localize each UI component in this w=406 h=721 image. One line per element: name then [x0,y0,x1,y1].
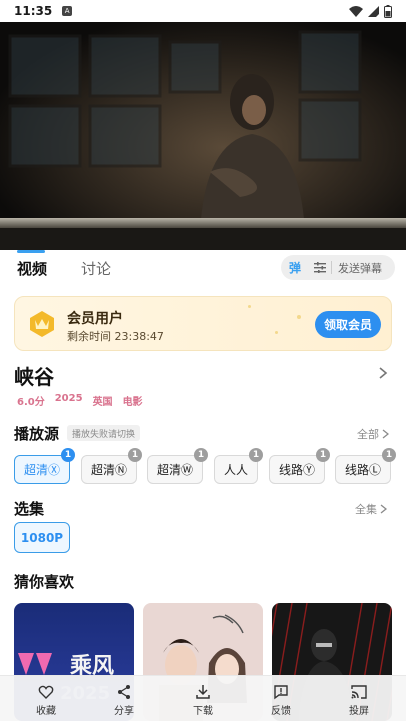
signal-icon [368,5,379,17]
source-chip-badge: 1 [316,448,330,462]
source-chip-badge: 1 [194,448,208,462]
sources-more-link[interactable]: 全部 [357,426,389,442]
share-button[interactable]: 分享 [94,684,154,717]
claim-vip-button[interactable]: 领取会员 [315,311,381,338]
download-button[interactable]: 下载 [173,684,233,717]
episodes-more-label: 全集 [355,503,377,516]
send-danmu-button[interactable]: 发送弹幕 [332,260,382,276]
vip-title: 会员用户 [67,311,123,327]
source-chip[interactable]: 线路Ⓨ 1 [269,448,330,484]
source-chip-label: 超清Ⓝ [90,463,127,477]
sources-more-label: 全部 [357,428,379,441]
danmu-toggle[interactable]: 弹 [281,255,309,280]
wifi-icon [349,5,363,17]
source-chip[interactable]: 超清Ⓝ 1 [81,448,142,484]
danmu-settings-button[interactable] [309,255,331,280]
movie-type: 电影 [122,397,143,408]
danmu-settings-icon [314,262,326,273]
tab-video[interactable]: 视频 [17,258,47,279]
bottom-action-bar: 收藏 分享 下载 反馈 投屏 [0,675,406,721]
cast-icon [351,685,367,699]
crown-icon [30,311,54,337]
share-icon [118,685,130,699]
chevron-right-icon [382,429,389,439]
decor-dot [248,305,251,308]
download-icon [196,685,210,699]
sources-hint: 播放失败请切换 [67,425,141,441]
episodes-title: 选集 [14,500,45,518]
chevron-right-icon[interactable] [376,366,390,380]
episode-chip[interactable]: 1080P [14,522,70,553]
battery-icon [384,4,392,18]
movie-meta: 6.0分 2025 英国 电影 [17,393,143,408]
video-player[interactable] [0,22,406,250]
source-chip-badge: 1 [249,448,263,462]
status-time: 11:35 [14,4,53,18]
tab-indicator [17,250,45,253]
source-chip[interactable]: 人人 1 [214,448,263,484]
source-chip-badge: 1 [128,448,142,462]
danmu-controls: 弹 发送弹幕 [281,255,395,280]
vip-remaining-time: 剩余时间 23:38:47 [67,330,164,343]
source-chip[interactable]: 超清Ⓧ 1 [14,448,75,484]
source-chip-label: 线路Ⓛ [344,463,381,477]
favorite-label: 收藏 [36,706,56,717]
decor-dot [297,315,301,319]
decor-dot [275,331,278,334]
recommend-title: 猜你喜欢 [14,573,75,591]
movie-title: 峡谷 [14,365,54,389]
source-chip-badge: 1 [61,448,75,462]
feedback-icon [274,685,288,700]
source-chip-badge: 1 [382,448,396,462]
tab-discussion[interactable]: 讨论 [81,258,111,279]
cast-button[interactable]: 投屏 [329,684,389,717]
movie-country: 英国 [92,397,113,408]
share-label: 分享 [114,706,134,717]
feedback-button[interactable]: 反馈 [251,684,311,717]
source-chip[interactable]: 超清Ⓦ 1 [147,448,208,484]
source-chip-label: 线路Ⓨ [278,463,315,477]
episodes-more-link[interactable]: 全集 [355,501,387,517]
status-indicators [349,4,392,18]
movie-year: 2025 [54,393,83,404]
feedback-label: 反馈 [271,706,291,717]
download-label: 下载 [193,706,213,717]
heart-icon [38,685,54,699]
vip-card: 会员用户 剩余时间 23:38:47 领取会员 [14,296,392,351]
cast-label: 投屏 [349,706,369,717]
source-chip[interactable]: 线路Ⓛ 1 [335,448,396,484]
sources-title: 播放源 [14,425,60,443]
source-chip-label: 超清Ⓦ [156,463,193,477]
movie-rating: 6.0分 [17,397,45,408]
video-frame-image [0,22,406,250]
sim-icon: A [62,6,73,16]
source-chip-label: 人人 [223,463,248,477]
status-bar: 11:35 A [0,0,406,22]
source-chip-label: 超清Ⓧ [23,463,60,477]
chevron-right-icon [380,504,387,514]
favorite-button[interactable]: 收藏 [16,684,76,717]
